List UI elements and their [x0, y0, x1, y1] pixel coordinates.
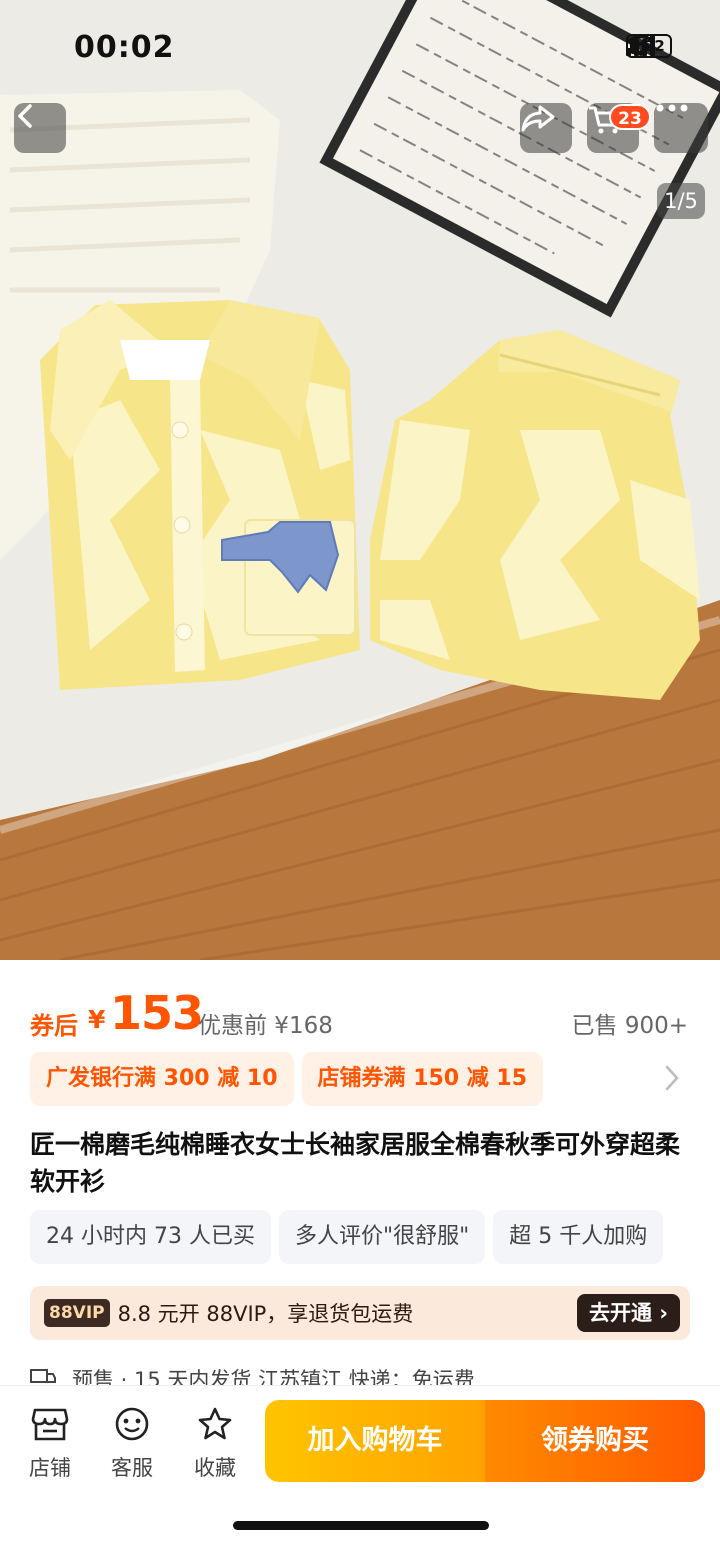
product-image[interactable]: 00:02 22 23 1/5	[0, 0, 720, 960]
chevron-right-icon: ›	[659, 1301, 668, 1325]
tag-reviews[interactable]: 多人评价"很舒服"	[278, 1210, 486, 1264]
image-counter: 1/5	[657, 183, 705, 219]
vip-text: 8.8 元开 88VIP，享退货包运费	[117, 1302, 414, 1326]
product-detail-page: 00:02 22 23 1/5 券后 ¥ 153 优惠前 ¥168 已售 900…	[0, 0, 720, 1558]
battery-icon: 22	[626, 34, 672, 58]
share-icon	[521, 105, 555, 132]
tag-list: 24 小时内 73 人已买 多人评价"很舒服" 超 5 千人加购	[30, 1210, 664, 1264]
back-button[interactable]	[14, 103, 66, 153]
vip-banner[interactable]: 88VIP 8.8 元开 88VIP，享退货包运费 去开通 ›	[30, 1286, 690, 1340]
vip-badge: 88VIP	[44, 1299, 110, 1327]
original-price: 优惠前 ¥168	[198, 1013, 333, 1039]
customer-service-button[interactable]: 客服	[102, 1406, 162, 1482]
bottom-action-bar: 店铺 客服 收藏 加入购物车 领券购买	[0, 1385, 720, 1558]
product-info: 券后 ¥ 153 优惠前 ¥168 已售 900+ 广发银行满 300 减 10…	[0, 960, 720, 1392]
chevron-right-icon[interactable]	[664, 1064, 680, 1092]
price-row: 券后 ¥ 153 优惠前 ¥168 已售 900+	[30, 986, 690, 1046]
cart-count-badge: 23	[609, 104, 651, 130]
sold-count: 已售 900+	[571, 1013, 688, 1039]
vip-open-button[interactable]: 去开通 ›	[577, 1294, 680, 1332]
share-button[interactable]	[520, 103, 572, 153]
product-title: 匠一棉磨毛纯棉睡衣女士长袖家居服全棉春秋季可外穿超柔软开衫	[30, 1130, 681, 1196]
purchase-buttons: 加入购物车 领券购买	[265, 1400, 705, 1482]
customer-service-label: 客服	[111, 1456, 153, 1480]
after-coupon-label: 券后	[30, 1012, 78, 1040]
shop-label: 店铺	[29, 1456, 71, 1480]
coupon-store[interactable]: 店铺券满 150 减 15	[301, 1052, 544, 1106]
star-icon	[198, 1407, 232, 1440]
customer-service-icon	[115, 1407, 149, 1441]
home-indicator	[233, 1521, 489, 1530]
more-icon	[656, 104, 688, 112]
status-icons: 22	[626, 34, 672, 58]
add-to-cart-button[interactable]: 加入购物车	[265, 1400, 485, 1482]
favorite-label: 收藏	[194, 1456, 236, 1480]
buy-with-coupon-button[interactable]: 领券购买	[485, 1400, 705, 1482]
favorite-button[interactable]: 收藏	[185, 1406, 245, 1482]
chevron-left-icon	[18, 104, 32, 128]
coupon-bank[interactable]: 广发银行满 300 减 10	[30, 1052, 294, 1106]
price-value: 153	[110, 986, 204, 1040]
battery-level: 22	[644, 37, 665, 55]
status-time: 00:02	[74, 30, 175, 65]
currency-symbol: ¥	[88, 1005, 106, 1034]
coupon-list[interactable]: 广发银行满 300 减 10 店铺券满 150 减 15	[30, 1052, 544, 1106]
shop-button[interactable]: 店铺	[20, 1406, 80, 1482]
shop-icon	[31, 1408, 69, 1441]
tag-cart-adds[interactable]: 超 5 千人加购	[493, 1210, 664, 1264]
tag-recent-buyers[interactable]: 24 小时内 73 人已买	[30, 1210, 271, 1264]
vip-open-label: 去开通	[589, 1301, 653, 1325]
more-button[interactable]	[654, 103, 708, 153]
